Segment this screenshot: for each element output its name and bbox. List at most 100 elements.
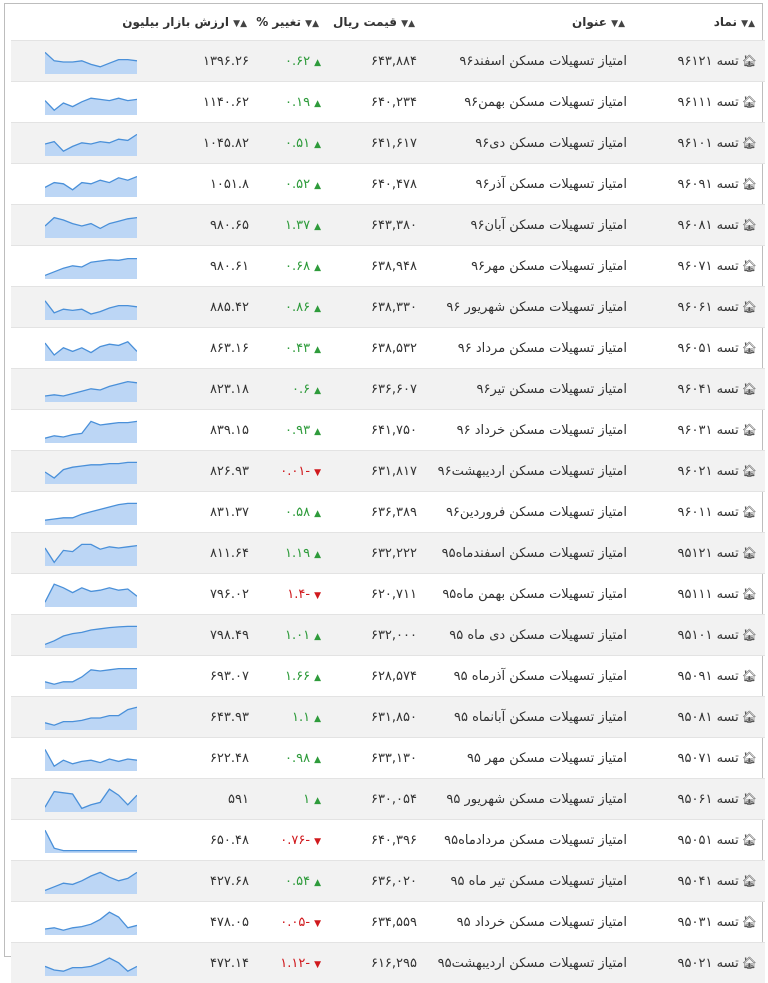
symbol-cell[interactable]: 🏠︎تسه ۹۵۰۴۱ xyxy=(667,861,765,902)
symbol-text: تسه ۹۵۰۷۱ xyxy=(678,751,739,766)
title-cell: امتیاز تسهیلات مسکن آبان۹۶ xyxy=(425,205,667,246)
symbol-cell[interactable]: 🏠︎تسه ۹۶۰۱۱ xyxy=(667,492,765,533)
table-row[interactable]: 🏠︎تسه ۹۶۰۱۱امتیاز تسهیلات مسکن فروردین۹۶… xyxy=(11,492,765,533)
symbol-text: تسه ۹۵۰۴۱ xyxy=(678,874,739,889)
table-row[interactable]: 🏠︎تسه ۹۶۰۴۱امتیاز تسهیلات مسکن تیر۹۶۶۳۶,… xyxy=(11,369,765,410)
title-cell: امتیاز تسهیلات مسکن خرداد ۹۵ xyxy=(425,902,667,943)
home-icon: 🏠︎ xyxy=(742,915,757,929)
header-price[interactable]: ▲▼ قیمت ریال xyxy=(329,4,425,41)
symbol-text: تسه ۹۶۰۵۱ xyxy=(678,341,739,356)
triangle-up-icon: ▲ xyxy=(314,509,321,519)
title-cell: امتیاز تسهیلات مسکن دی ماه ۹۵ xyxy=(425,615,667,656)
table-row[interactable]: 🏠︎تسه ۹۵۰۷۱امتیاز تسهیلات مسکن مهر ۹۵۶۳۳… xyxy=(11,738,765,779)
table-row[interactable]: 🏠︎تسه ۹۵۰۹۱ امتیاز تسهیلات مسکن آذرماه ۹۵… xyxy=(11,656,765,697)
market-value-cell: ۷۹۶.۰۲ xyxy=(141,574,257,615)
symbol-cell[interactable]: 🏠︎تسه ۹۵۰۵۱ xyxy=(667,820,765,861)
symbol-cell[interactable]: 🏠︎تسه ۹۶۰۳۱ xyxy=(667,410,765,451)
symbol-cell[interactable]: 🏠︎تسه ۹۵۰۷۱ xyxy=(667,738,765,779)
market-value-cell: ۱۱۴۰.۶۲ xyxy=(141,82,257,123)
symbol-cell[interactable]: 🏠︎تسه ۹۶۰۴۱ xyxy=(667,369,765,410)
sparkline-cell xyxy=(11,574,141,615)
change-text: ۰.۱۹ xyxy=(285,95,310,110)
title-text: امتیاز تسهیلات مسکن دی ماه ۹۵ xyxy=(449,628,627,643)
table-row[interactable]: 🏠︎تسه ۹۶۰۲۱امتیاز تسهیلات مسکن اردیبهشت۹… xyxy=(11,451,765,492)
table-row[interactable]: 🏠︎تسه ۹۵۰۴۱امتیاز تسهیلات مسکن تیر ماه ۹… xyxy=(11,861,765,902)
symbol-cell[interactable]: 🏠︎تسه ۹۵۰۶۱ xyxy=(667,779,765,820)
table-row[interactable]: 🏠︎تسه ۹۶۱۱۱امتیاز تسهیلات مسکن بهمن۹۶۶۴۰… xyxy=(11,82,765,123)
symbol-cell[interactable]: 🏠︎تسه ۹۵۰۹۱ xyxy=(667,656,765,697)
symbol-cell[interactable]: 🏠︎تسه ۹۶۰۷۱ xyxy=(667,246,765,287)
home-icon: 🏠︎ xyxy=(742,546,757,560)
table-row[interactable]: 🏠︎تسه ۹۵۱۲۱امتیاز تسهیلات مسکن اسفندماه۹… xyxy=(11,533,765,574)
table-row[interactable]: 🏠︎تسه ۹۶۰۳۱امتیاز تسهیلات مسکن خرداد ۹۶۶… xyxy=(11,410,765,451)
symbol-cell[interactable]: 🏠︎تسه ۹۶۱۱۱ xyxy=(667,82,765,123)
home-icon: 🏠︎ xyxy=(742,341,757,355)
triangle-up-icon: ▲ xyxy=(314,714,321,724)
table-row[interactable]: 🏠︎تسه ۹۵۱۰۱ امتیاز تسهیلات مسکن دی ماه ۹۵… xyxy=(11,615,765,656)
change-cell: ▲۰.۵۱ xyxy=(257,123,329,164)
symbol-cell[interactable]: 🏠︎تسه ۹۵۱۲۱ xyxy=(667,533,765,574)
header-symbol[interactable]: ▲▼ نماد xyxy=(667,4,765,41)
triangle-down-icon: ▼ xyxy=(314,960,321,970)
header-title[interactable]: ▲▼ عنوان xyxy=(425,4,667,41)
price-cell: ۶۳۶,۰۲۰ xyxy=(329,861,425,902)
sparkline-chart xyxy=(45,745,137,771)
triangle-down-icon: ▼ xyxy=(314,837,321,847)
change-text: ۰.۴۳ xyxy=(285,341,310,356)
table-row[interactable]: 🏠︎تسه ۹۶۰۹۱امتیاز تسهیلات مسکن آذر۹۶۶۴۰,… xyxy=(11,164,765,205)
market-value-cell: ۶۴۳.۹۳ xyxy=(141,697,257,738)
change-text: ۰.۹۳ xyxy=(285,423,310,438)
symbol-cell[interactable]: 🏠︎تسه ۹۶۰۲۱ xyxy=(667,451,765,492)
table-row[interactable]: 🏠︎تسه ۹۶۱۲۱امتیاز تسهیلات مسکن اسفند۹۶۶۴… xyxy=(11,41,765,82)
symbol-text: تسه ۹۶۰۷۱ xyxy=(678,259,739,274)
price-cell: ۶۳۰,۰۵۴ xyxy=(329,779,425,820)
sparkline-chart xyxy=(45,622,137,648)
table-row[interactable]: 🏠︎تسه ۹۵۰۳۱امتیاز تسهیلات مسکن خرداد ۹۵۶… xyxy=(11,902,765,943)
title-text: امتیاز تسهیلات مسکن اسفند۹۶ xyxy=(459,54,627,69)
table-row[interactable]: 🏠︎تسه ۹۶۰۷۱امتیاز تسهیلات مسکن مهر۹۶۶۳۸,… xyxy=(11,246,765,287)
table-row[interactable]: 🏠︎تسه ۹۵۰۵۱امتیاز تسهیلات مسکن مردادماه۹… xyxy=(11,820,765,861)
market-value-cell: ۱۰۴۵.۸۲ xyxy=(141,123,257,164)
market-value-cell: ۶۵۰.۴۸ xyxy=(141,820,257,861)
price-cell: ۶۳۲,۲۲۲ xyxy=(329,533,425,574)
market-value-cell: ۸۳۹.۱۵ xyxy=(141,410,257,451)
triangle-up-icon: ▲ xyxy=(314,386,321,396)
symbol-cell[interactable]: 🏠︎تسه ۹۶۱۲۱ xyxy=(667,41,765,82)
sparkline-chart xyxy=(45,950,137,976)
sort-icon: ▲▼ xyxy=(741,19,755,29)
symbol-cell[interactable]: 🏠︎تسه ۹۵۰۳۱ xyxy=(667,902,765,943)
table-row[interactable]: 🏠︎تسه ۹۵۱۱۱امتیاز تسهیلات مسکن بهمن ماه۹… xyxy=(11,574,765,615)
title-text: امتیاز تسهیلات مسکن اردیبهشت۹۵ xyxy=(438,956,627,971)
home-icon: 🏠︎ xyxy=(742,54,757,68)
change-text: -۰.۰۵ xyxy=(280,915,310,930)
symbol-cell[interactable]: 🏠︎تسه ۹۶۰۶۱ xyxy=(667,287,765,328)
symbol-cell[interactable]: 🏠︎تسه ۹۶۱۰۱ xyxy=(667,123,765,164)
table-row[interactable]: 🏠︎تسه ۹۵۰۶۱امتیاز تسهیلات مسکن شهریور ۹۵… xyxy=(11,779,765,820)
table-row[interactable]: 🏠︎تسه ۹۵۰۸۱امتیاز تسهیلات مسکن آبانماه ۹… xyxy=(11,697,765,738)
table-row[interactable]: 🏠︎تسه ۹۶۰۶۱امتیاز تسهیلات مسکن شهریور ۹۶… xyxy=(11,287,765,328)
change-cell: ▼-۰.۰۵ xyxy=(257,902,329,943)
change-text: -۰.۰۱ xyxy=(280,464,310,479)
symbol-cell[interactable]: 🏠︎تسه ۹۶۰۵۱ xyxy=(667,328,765,369)
table-row[interactable]: 🏠︎تسه ۹۶۱۰۱امتیاز تسهیلات مسکن دی۹۶۶۴۱,۶… xyxy=(11,123,765,164)
table-row[interactable]: 🏠︎تسه ۹۶۰۸۱امتیاز تسهیلات مسکن آبان۹۶۶۴۳… xyxy=(11,205,765,246)
symbol-cell[interactable]: 🏠︎تسه ۹۵۰۸۱ xyxy=(667,697,765,738)
title-cell: امتیاز تسهیلات مسکن مهر۹۶ xyxy=(425,246,667,287)
home-icon: 🏠︎ xyxy=(742,259,757,273)
symbol-cell[interactable]: 🏠︎تسه ۹۵۱۱۱ xyxy=(667,574,765,615)
title-text: امتیاز تسهیلات مسکن آذرماه ۹۵ xyxy=(454,669,627,684)
symbol-cell[interactable]: 🏠︎تسه ۹۵۱۰۱ xyxy=(667,615,765,656)
symbol-cell[interactable]: 🏠︎تسه ۹۶۰۹۱ xyxy=(667,164,765,205)
market-value-cell: ۶۲۲.۴۸ xyxy=(141,738,257,779)
triangle-up-icon: ▲ xyxy=(314,263,321,273)
symbol-text: تسه ۹۶۱۰۱ xyxy=(678,136,739,151)
change-cell: ▲۱ xyxy=(257,779,329,820)
symbol-cell[interactable]: 🏠︎تسه ۹۵۰۲۱ xyxy=(667,943,765,983)
header-market-value[interactable]: ▲▼ ارزش بازار بیلیون xyxy=(141,4,257,41)
table-row[interactable]: 🏠︎تسه ۹۶۰۵۱امتیاز تسهیلات مسکن مرداد ۹۶۶… xyxy=(11,328,765,369)
header-change[interactable]: ▲▼ تغییر % xyxy=(257,4,329,41)
symbol-cell[interactable]: 🏠︎تسه ۹۶۰۸۱ xyxy=(667,205,765,246)
price-text: ۶۴۱,۷۵۰ xyxy=(371,423,417,438)
table-row[interactable]: 🏠︎تسه ۹۵۰۲۱ امتیاز تسهیلات مسکن اردیبهشت۹… xyxy=(11,943,765,983)
price-cell: ۶۳۶,۳۸۹ xyxy=(329,492,425,533)
